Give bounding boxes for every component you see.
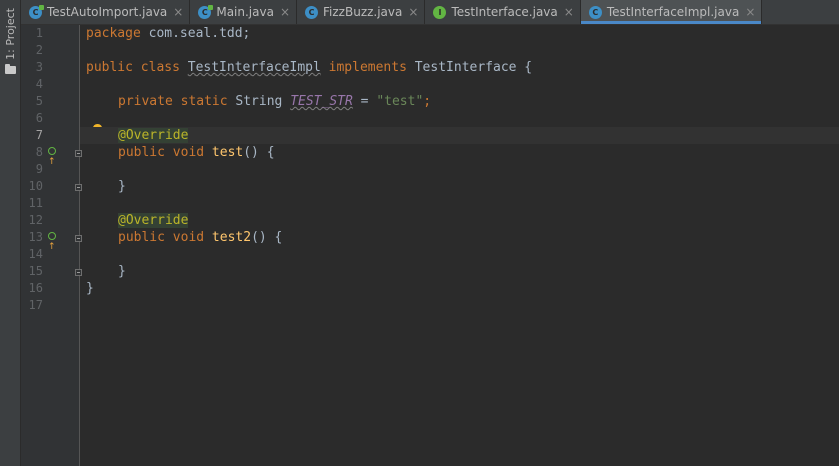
code-token: ; xyxy=(423,94,432,109)
close-icon[interactable] xyxy=(408,5,418,19)
line-number: 16 xyxy=(28,281,43,295)
class-icon: C xyxy=(588,5,602,19)
code-token: () { xyxy=(251,230,283,245)
line-number: 4 xyxy=(35,77,43,91)
line-number: 12 xyxy=(28,213,43,227)
close-icon[interactable] xyxy=(745,5,755,19)
editor-tab-bar: CTestAutoImport.javaCMain.javaCFizzBuzz.… xyxy=(21,0,839,25)
code-token: } xyxy=(118,264,126,279)
line-number: 14 xyxy=(28,247,43,261)
code-line-5[interactable]: private static String TEST_STR = "test"; xyxy=(118,93,431,110)
code-line-7[interactable]: @Override xyxy=(118,127,189,144)
code-token: private static xyxy=(118,94,236,109)
line-number: 5 xyxy=(35,94,43,108)
folder-icon xyxy=(4,63,16,74)
editor-tab-label: FizzBuzz.java xyxy=(323,5,403,19)
code-token: = xyxy=(352,94,377,109)
code-token: public void xyxy=(118,145,212,160)
constant-token: TEST_STR xyxy=(290,94,353,109)
line-number: 13 xyxy=(28,230,43,244)
close-icon[interactable] xyxy=(173,5,183,19)
override-method-icon[interactable]: ↑ xyxy=(48,146,62,167)
editor-tab-label: TestInterfaceImpl.java xyxy=(606,5,740,19)
editor-tab[interactable]: C FizzBuzz.java xyxy=(297,0,426,24)
editor-tab-label: TestAutoImport.java xyxy=(47,5,168,19)
line-number: 3 xyxy=(35,60,43,74)
code-token: public void xyxy=(118,230,212,245)
close-icon[interactable] xyxy=(280,5,290,19)
line-number: 9 xyxy=(35,162,43,176)
code-token: implements xyxy=(320,60,415,75)
code-line-8[interactable]: public void test() { xyxy=(118,144,275,161)
line-numbers: 1 2 3 4 5 6 7 8 9 10 11 12 13 14 15 16 17 xyxy=(21,25,79,314)
editor-tab-label: Main.java xyxy=(216,5,274,19)
code-token: package xyxy=(86,26,141,41)
code-line-15[interactable]: } xyxy=(118,263,126,280)
annotation-token: @Override xyxy=(118,213,189,228)
code-token: () { xyxy=(243,145,275,160)
code-token: } xyxy=(118,179,126,194)
tool-window-strip: 1: Project xyxy=(0,0,21,466)
editor-tab-label: TestInterface.java xyxy=(451,5,558,19)
class-name-token: TestInterfaceImpl xyxy=(187,60,321,75)
code-line-3[interactable]: public class TestInterfaceImpl implement… xyxy=(86,59,532,76)
editor-tab[interactable]: C TestInterfaceImpl.java xyxy=(580,0,763,24)
code-line-16[interactable]: } xyxy=(86,280,94,297)
code-line-12[interactable]: @Override xyxy=(118,212,189,229)
line-number: 7 xyxy=(35,128,43,142)
line-number: 11 xyxy=(28,196,43,210)
code-token: com.seal.tdd; xyxy=(140,26,251,41)
project-tool-button[interactable]: 1: Project xyxy=(0,0,20,75)
override-method-icon[interactable]: ↑ xyxy=(48,231,62,252)
code-line-10[interactable]: } xyxy=(118,178,126,195)
code-token: } xyxy=(86,281,94,296)
editor-tab[interactable]: C Main.java xyxy=(190,0,298,24)
code-token: String xyxy=(235,94,291,109)
code-line-13[interactable]: public void test2() { xyxy=(118,229,282,246)
line-number: 17 xyxy=(28,298,43,312)
class-icon: C xyxy=(29,4,44,19)
line-number: 10 xyxy=(28,179,43,193)
method-name-token: test xyxy=(211,145,244,160)
editor-tab[interactable]: C TestAutoImport.java xyxy=(21,0,191,24)
line-number: 15 xyxy=(28,264,43,278)
class-icon: C xyxy=(305,5,319,19)
line-number: 6 xyxy=(35,111,43,125)
code-line-1[interactable]: package com.seal.tdd; xyxy=(86,25,250,42)
annotation-token: @Override xyxy=(118,128,189,143)
project-tool-label: 1: Project xyxy=(3,8,17,60)
class-icon: C xyxy=(198,4,214,19)
interface-icon: I xyxy=(433,5,447,19)
close-icon[interactable] xyxy=(564,5,574,19)
line-number: 8 xyxy=(35,145,43,159)
current-line-highlight xyxy=(80,127,839,144)
code-editor[interactable]: package com.seal.tdd; public class TestI… xyxy=(80,25,839,466)
code-token: public class xyxy=(86,60,188,75)
line-number: 1 xyxy=(35,26,43,40)
method-name-token: test2 xyxy=(211,230,252,245)
string-token: "test" xyxy=(376,94,424,109)
line-number: 2 xyxy=(35,43,43,57)
editor-tab[interactable]: I TestInterface.java xyxy=(425,0,581,24)
code-token: TestInterface { xyxy=(414,60,533,75)
